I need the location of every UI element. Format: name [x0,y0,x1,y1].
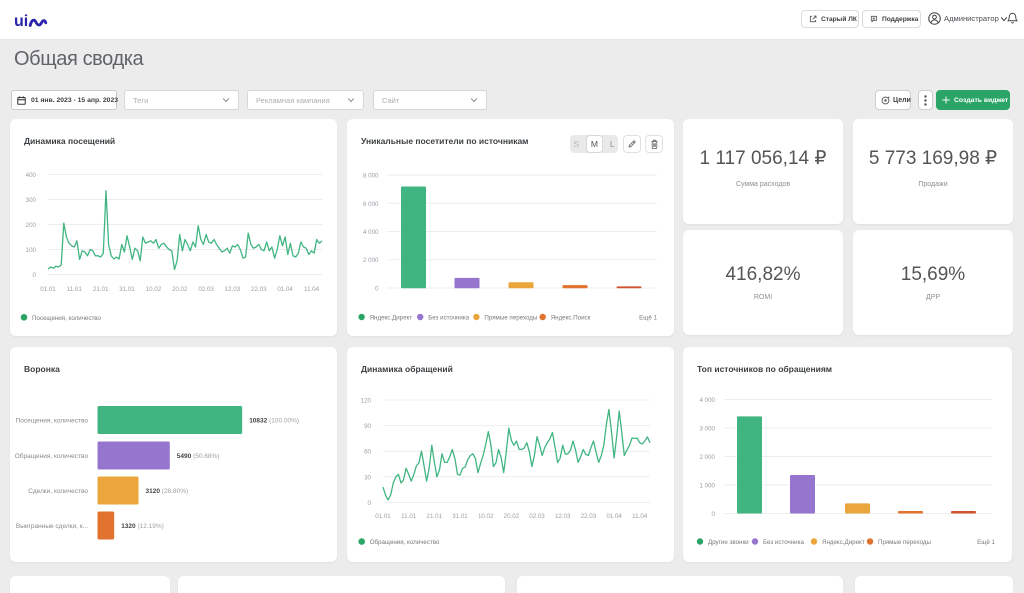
svg-text:30: 30 [364,474,371,481]
svg-text:02.03: 02.03 [529,513,545,520]
svg-text:4 000: 4 000 [363,229,379,236]
svg-text:10.02: 10.02 [478,513,494,520]
svg-text:11.04: 11.04 [632,513,648,520]
svg-text:5490 (50.68%): 5490 (50.68%) [177,453,220,460]
svg-text:ui: ui [14,13,28,30]
svg-text:400: 400 [26,172,37,179]
svg-text:12.03: 12.03 [555,513,571,520]
svg-text:Сделки, количество: Сделки, количество [28,488,88,495]
svg-text:01.04: 01.04 [606,513,622,520]
svg-text:100: 100 [26,247,37,254]
svg-text:20.02: 20.02 [172,286,188,293]
svg-text:02.03: 02.03 [198,286,214,293]
svg-text:200: 200 [26,222,37,229]
svg-text:10.02: 10.02 [146,286,162,293]
svg-text:22.03: 22.03 [251,286,267,293]
svg-text:Выигранные сделки, к...: Выигранные сделки, к... [16,523,88,530]
svg-text:21.01: 21.01 [427,513,443,520]
svg-text:Яндекс.Поиск: Яндекс.Поиск [551,315,591,322]
svg-text:Яндекс.Директ: Яндекс.Директ [822,539,865,546]
svg-text:Без источника: Без источника [763,539,804,546]
svg-text:01.01: 01.01 [40,286,56,293]
svg-text:01.01: 01.01 [375,513,391,520]
svg-text:8 000: 8 000 [363,173,379,180]
svg-text:0: 0 [375,286,379,293]
svg-text:01.04: 01.04 [277,286,293,293]
svg-text:120: 120 [361,398,372,405]
svg-text:11.04: 11.04 [304,286,320,293]
svg-text:12.03: 12.03 [225,286,241,293]
svg-text:Посещения, количество: Посещения, количество [32,315,102,322]
svg-text:22.03: 22.03 [581,513,597,520]
svg-text:90: 90 [364,423,371,430]
svg-text:300: 300 [26,197,37,204]
svg-text:Яндекс.Директ: Яндекс.Директ [370,315,413,322]
svg-text:4 000: 4 000 [700,397,716,404]
svg-text:Обращения, количество: Обращения, количество [370,539,440,546]
svg-text:2 000: 2 000 [700,454,716,461]
svg-text:0: 0 [712,511,716,518]
svg-text:60: 60 [364,449,371,456]
svg-text:Ещё 1: Ещё 1 [639,315,657,322]
svg-text:31.01: 31.01 [452,513,468,520]
svg-text:10832 (100.00%): 10832 (100.00%) [249,418,299,425]
svg-text:Ещё 1: Ещё 1 [977,539,995,546]
svg-text:Другие звонки: Другие звонки [708,539,749,546]
svg-text:20.02: 20.02 [504,513,520,520]
svg-text:Прямые переходы: Прямые переходы [484,315,538,322]
svg-text:6 000: 6 000 [363,201,379,208]
svg-text:31.01: 31.01 [119,286,135,293]
svg-text:1 000: 1 000 [700,483,716,490]
svg-text:21.01: 21.01 [93,286,109,293]
svg-text:Прямые переходы: Прямые переходы [878,539,932,546]
svg-text:3120 (28.80%): 3120 (28.80%) [146,488,189,495]
svg-text:2 000: 2 000 [363,257,379,264]
svg-text:Без источника: Без источника [428,315,469,322]
svg-text:0: 0 [368,500,372,507]
svg-text:0: 0 [33,272,37,279]
svg-text:Посещения, количество: Посещения, количество [16,418,89,425]
svg-text:11.01: 11.01 [401,513,417,520]
svg-text:1320 (12.19%): 1320 (12.19%) [121,523,164,530]
svg-text:Обращения, количество: Обращения, количество [15,452,89,460]
svg-text:3 000: 3 000 [700,426,716,433]
svg-text:11.01: 11.01 [67,286,83,293]
